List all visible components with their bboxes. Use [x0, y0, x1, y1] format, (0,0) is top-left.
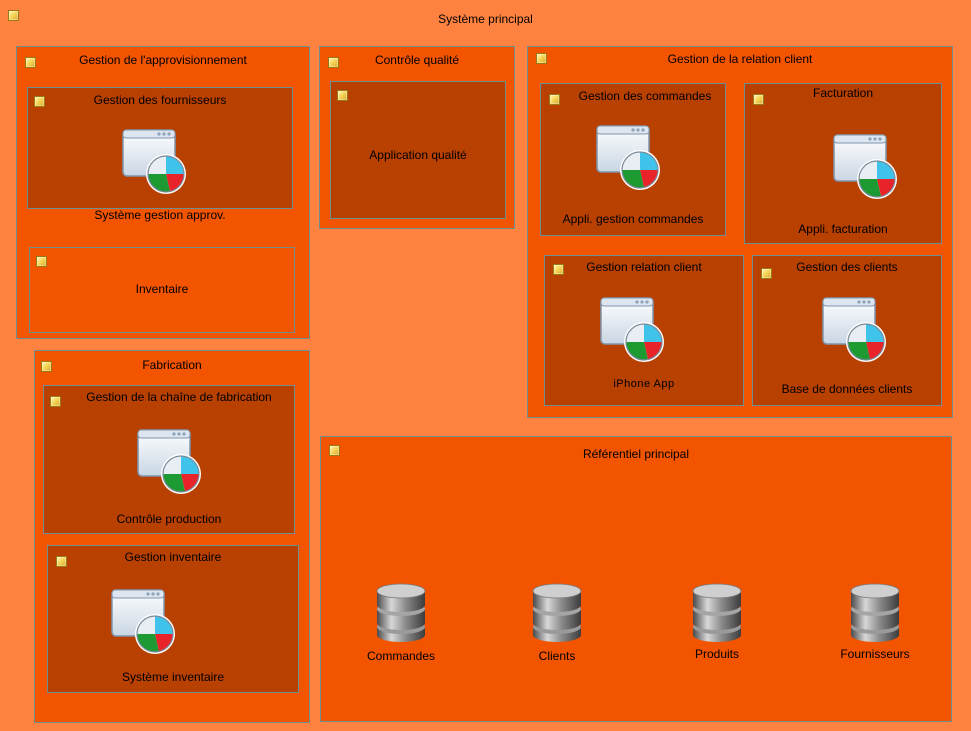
subgroup-title: Gestion des clients	[796, 260, 898, 274]
application-label: Base de données clients	[781, 382, 913, 396]
group-title: Référentiel principal	[582, 447, 690, 461]
group-title: Contrôle qualité	[374, 53, 460, 67]
database-icon[interactable]	[689, 577, 745, 643]
database-label: Fournisseurs	[840, 647, 910, 661]
subgroup-title: Facturation	[812, 86, 874, 100]
subgroup-gestion-clients[interactable]: Gestion des clients Base de données clie…	[752, 255, 942, 406]
database-icon[interactable]	[529, 577, 585, 643]
checkbox-icon[interactable]	[337, 90, 348, 101]
checkbox-icon[interactable]	[36, 256, 47, 267]
application-chart-icon[interactable]	[108, 584, 180, 656]
database-label: Produits	[694, 647, 740, 661]
application-chart-icon[interactable]	[119, 124, 191, 196]
group-title: Gestion de l'approvisionnement	[79, 53, 247, 67]
application-label: iPhone App	[613, 378, 675, 390]
group-controle-qualite[interactable]: Contrôle qualité Application qualité	[319, 46, 515, 229]
checkbox-icon[interactable]	[549, 94, 560, 105]
subgroup-chaine-fabrication[interactable]: Gestion de la chaîne de fabrication Cont…	[43, 385, 295, 534]
application-chart-icon[interactable]	[819, 292, 891, 364]
subgroup-title: Gestion des commandes	[578, 89, 712, 103]
subgroup-application-qualite[interactable]: Application qualité	[330, 81, 506, 219]
subgroup-inventaire[interactable]: Inventaire	[29, 247, 295, 333]
group-fabrication[interactable]: Fabrication Gestion de la chaîne de fabr…	[34, 350, 310, 723]
database-label: Commandes	[366, 649, 436, 663]
subgroup-title: Gestion inventaire	[124, 550, 222, 564]
subgroup-gestion-inventaire[interactable]: Gestion inventaire Système inventaire	[47, 545, 299, 693]
application-label: Contrôle production	[116, 512, 222, 526]
group-title: Gestion de la relation client	[667, 52, 813, 66]
subgroup-title: Application qualité	[369, 148, 467, 162]
root-title: Système principal	[438, 12, 533, 26]
database-fournisseurs[interactable]: Fournisseurs	[825, 577, 925, 667]
database-icon[interactable]	[373, 577, 429, 643]
application-chart-icon[interactable]	[593, 120, 665, 192]
subgroup-facturation[interactable]: Facturation Appli. facturation	[744, 83, 942, 244]
group-approvisionnement[interactable]: Gestion de l'approvisionnement Gestion d…	[16, 46, 310, 339]
application-label: Appli. facturation	[798, 222, 888, 236]
application-label: Système inventaire	[121, 670, 225, 684]
application-chart-icon[interactable]	[134, 424, 206, 496]
group-title: Fabrication	[142, 358, 202, 372]
application-label: Système gestion approv.	[94, 208, 226, 222]
subgroup-title: Gestion des fournisseurs	[93, 93, 227, 107]
subgroup-title: Gestion relation client	[586, 260, 702, 274]
database-clients[interactable]: Clients	[507, 577, 607, 667]
group-relation-client[interactable]: Gestion de la relation client Gestion de…	[527, 46, 953, 418]
subgroup-title: Inventaire	[135, 282, 189, 296]
database-commandes[interactable]: Commandes	[351, 577, 451, 667]
subgroup-fournisseurs[interactable]: Gestion des fournisseurs Système gestion…	[27, 87, 293, 222]
subgroup-commandes[interactable]: Gestion des commandes Appli. gestion com…	[540, 83, 726, 236]
application-label: Appli. gestion commandes	[562, 212, 704, 226]
checkbox-icon[interactable]	[50, 396, 61, 407]
group-referentiel[interactable]: Référentiel principal Commandes Clients …	[320, 436, 952, 722]
database-icon[interactable]	[847, 577, 903, 643]
subgroup-gestion-relation-client[interactable]: Gestion relation client iPhone App	[544, 255, 744, 406]
database-label: Clients	[538, 649, 576, 663]
database-produits[interactable]: Produits	[667, 577, 767, 667]
application-chart-icon[interactable]	[597, 292, 669, 364]
subgroup-title: Gestion de la chaîne de fabrication	[86, 390, 272, 404]
application-chart-icon[interactable]	[830, 129, 902, 201]
